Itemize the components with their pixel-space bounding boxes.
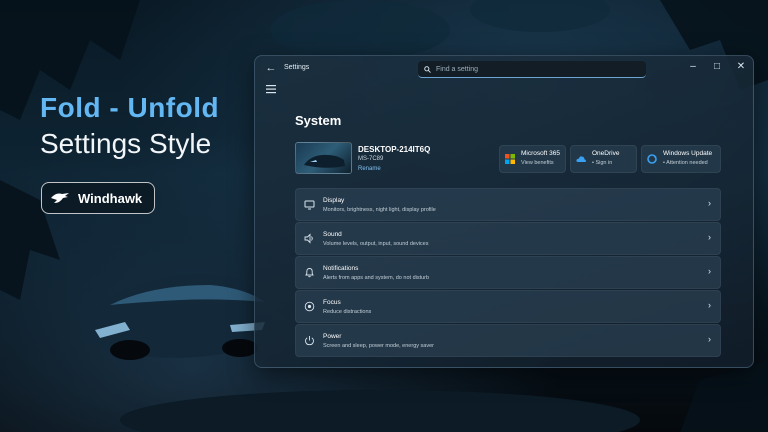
settings-item-description: Reduce distractions xyxy=(323,309,372,315)
rename-link[interactable]: Rename xyxy=(358,166,381,172)
title-bar: ← Settings Find a setting – □ ✕ xyxy=(255,56,753,80)
onedrive-icon xyxy=(576,156,586,162)
chevron-right-icon: › xyxy=(708,198,711,208)
settings-item-sound[interactable]: Sound Volume levels, output, input, soun… xyxy=(295,222,721,255)
monitor-icon xyxy=(304,200,315,210)
microsoft-365-card[interactable]: Microsoft 365 View benefits xyxy=(499,145,566,173)
wallpaper-preview xyxy=(304,154,345,168)
chevron-right-icon: › xyxy=(708,266,711,276)
windows-update-icon xyxy=(647,154,657,164)
page-title: System xyxy=(295,113,342,128)
settings-item-description: Volume levels, output, input, sound devi… xyxy=(323,241,429,247)
settings-item-title: Power xyxy=(323,333,342,340)
back-arrow-icon: ← xyxy=(265,62,277,74)
search-icon xyxy=(424,65,431,73)
windows-update-card[interactable]: Windows Update • Attention needed xyxy=(641,145,721,173)
badge-label: Windhawk xyxy=(78,190,143,206)
hamburger-menu-icon[interactable] xyxy=(264,83,278,95)
windows-update-subtitle: • Attention needed xyxy=(663,160,708,166)
windhawk-badge: Windhawk xyxy=(41,182,155,214)
microsoft-365-title: Microsoft 365 xyxy=(521,150,561,157)
maximize-icon: □ xyxy=(713,61,721,72)
settings-window: ← Settings Find a setting – □ ✕ System D… xyxy=(254,55,754,368)
device-name: DESKTOP-214IT6Q xyxy=(358,145,431,154)
app-title: Settings xyxy=(284,64,310,71)
bell-icon xyxy=(305,268,314,278)
onedrive-title: OneDrive xyxy=(592,150,620,157)
settings-item-focus[interactable]: Focus Reduce distractions › xyxy=(295,290,721,323)
onedrive-subtitle: • Sign in xyxy=(592,160,613,166)
settings-item-description: Screen and sleep, power mode, energy sav… xyxy=(323,343,434,349)
back-button[interactable]: ← xyxy=(264,61,278,75)
power-icon xyxy=(305,336,314,346)
search-placeholder: Find a setting xyxy=(436,65,479,73)
eagle-icon xyxy=(51,193,69,203)
chevron-right-icon: › xyxy=(708,300,711,310)
device-thumbnail xyxy=(295,142,352,174)
settings-item-title: Display xyxy=(323,197,345,204)
settings-item-power[interactable]: Power Screen and sleep, power mode, ener… xyxy=(295,324,721,357)
microsoft-365-subtitle: View benefits xyxy=(521,160,554,166)
settings-item-display[interactable]: Display Monitors, brightness, night ligh… xyxy=(295,188,721,221)
focus-icon xyxy=(304,301,315,312)
close-icon: ✕ xyxy=(736,61,746,72)
onedrive-card[interactable]: OneDrive • Sign in xyxy=(570,145,637,173)
close-button[interactable]: ✕ xyxy=(730,60,752,74)
promo-title: Fold - Unfold xyxy=(40,92,220,123)
settings-item-notifications[interactable]: Notifications Alerts from apps and syste… xyxy=(295,256,721,289)
settings-item-description: Alerts from apps and system, do not dist… xyxy=(323,275,430,281)
settings-item-description: Monitors, brightness, night light, displ… xyxy=(323,207,436,213)
sports-car-image xyxy=(80,273,275,360)
minimize-button[interactable]: – xyxy=(682,60,704,74)
windows-update-title: Windows Update xyxy=(663,150,713,157)
speaker-icon xyxy=(304,233,313,244)
minimize-icon: – xyxy=(690,61,696,72)
microsoft-365-icon xyxy=(505,154,515,164)
device-model: MS-7C89 xyxy=(358,156,384,162)
settings-item-title: Focus xyxy=(323,299,341,306)
maximize-button[interactable]: □ xyxy=(706,60,728,74)
search-input[interactable]: Find a setting xyxy=(418,61,646,78)
promo-subtitle: Settings Style xyxy=(40,128,212,159)
chevron-right-icon: › xyxy=(708,232,711,242)
chevron-right-icon: › xyxy=(708,334,711,344)
settings-item-title: Sound xyxy=(323,231,342,238)
settings-item-title: Notifications xyxy=(323,265,359,272)
